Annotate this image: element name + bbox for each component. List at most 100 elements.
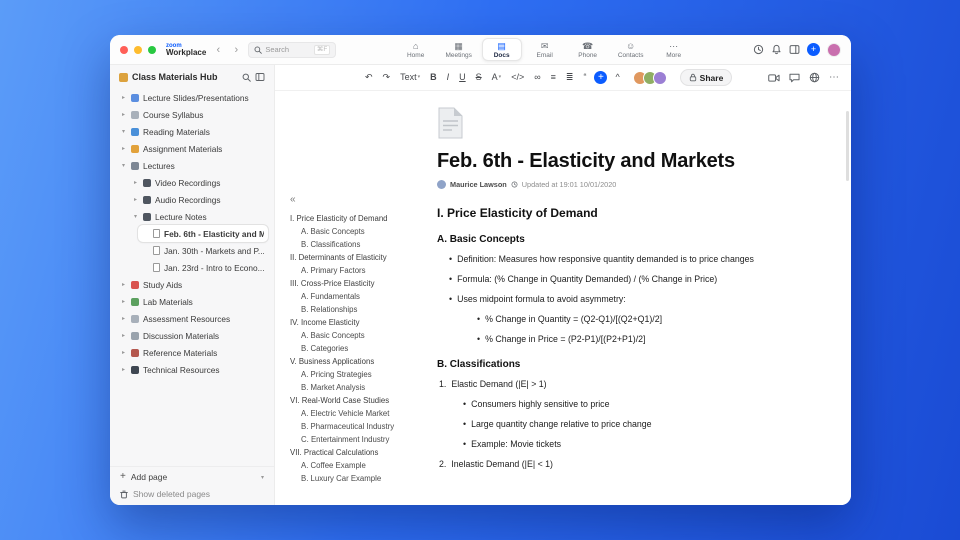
toc-item[interactable]: V. Business Applications [290, 355, 419, 368]
insert-button[interactable]: + [594, 71, 608, 84]
chevron-right-icon[interactable]: ▸ [132, 179, 139, 186]
sidebar-item[interactable]: ▸ Discussion Materials [116, 327, 268, 344]
side-panel-icon[interactable] [789, 44, 800, 55]
notifications-bell-icon[interactable] [771, 44, 782, 55]
toc-item[interactable]: B. Relationships [290, 303, 419, 316]
toc-item[interactable]: A. Coffee Example [290, 459, 419, 472]
chevron-down-icon[interactable]: ▾ [120, 162, 127, 169]
history-icon[interactable] [753, 44, 764, 55]
chevron-down-icon[interactable]: ▾ [132, 213, 139, 220]
new-item-button[interactable]: + [807, 43, 820, 56]
doc-bullet-item[interactable]: • Uses midpoint formula to avoid asymmetr… [449, 294, 779, 305]
toc-item[interactable]: III. Cross-Price Elasticity [290, 277, 419, 290]
doc-bullet-item[interactable]: • Consumers highly sensitive to price [463, 399, 779, 410]
profile-avatar[interactable] [827, 42, 841, 57]
toc-item[interactable]: A. Basic Concepts [290, 225, 419, 238]
sidebar-item[interactable]: ▸ Lecture Slides/Presentations [116, 89, 268, 106]
chevron-right-icon[interactable]: ▸ [120, 349, 127, 356]
document[interactable]: Feb. 6th - Elasticity and Markets Mauric… [423, 91, 851, 505]
toc-item[interactable]: VII. Practical Calculations [290, 446, 419, 459]
tab-more[interactable]: ⋯ More [654, 38, 694, 61]
forward-button[interactable]: › [230, 43, 242, 57]
doc-bullet-item[interactable]: • Example: Movie tickets [463, 439, 779, 450]
doc-bullet-item[interactable]: • Large quantity change relative to price… [463, 419, 779, 430]
show-deleted-pages-button[interactable]: Show deleted pages [120, 489, 264, 499]
document-title[interactable]: Feb. 6th - Elasticity and Markets [437, 150, 779, 173]
link-button[interactable]: ∞ [532, 72, 542, 83]
numbered-list-button[interactable]: ≣ [564, 72, 576, 83]
tab-email[interactable]: ✉ Email [525, 38, 565, 61]
toc-item[interactable]: VI. Real-World Case Studies [290, 394, 419, 407]
close-button[interactable] [120, 45, 128, 54]
text-style-button[interactable]: Text ▾ [398, 72, 422, 83]
chevron-down-icon[interactable]: ▾ [261, 474, 264, 481]
sidebar-item[interactable]: ▸ Assignment Materials [116, 140, 268, 157]
toc-item[interactable]: A. Pricing Strategies [290, 368, 419, 381]
toc-item[interactable]: A. Electric Vehicle Market [290, 407, 419, 420]
doc-numbered-item[interactable]: 1. Elastic Demand (|E| > 1) [439, 379, 779, 390]
collapse-toolbar-button[interactable]: ^ [613, 72, 621, 83]
sidebar-item[interactable]: ▸ Reference Materials [116, 344, 268, 361]
collapse-sidebar-icon[interactable] [255, 72, 265, 82]
toc-item[interactable]: A. Basic Concepts [290, 329, 419, 342]
toc-item[interactable]: B. Categories [290, 342, 419, 355]
collapse-toc-icon[interactable]: « [290, 195, 419, 205]
sidebar-item[interactable]: ▸ Assessment Resources [116, 310, 268, 327]
chevron-right-icon[interactable]: ▸ [120, 366, 127, 373]
doc-bullet-item[interactable]: • Formula: (% Change in Quantity Demanded… [449, 274, 779, 285]
sidebar-item[interactable]: ▾ Lectures [116, 157, 268, 174]
globe-icon[interactable] [809, 72, 820, 83]
scrollbar-thumb[interactable] [846, 111, 849, 181]
chevron-down-icon[interactable]: ▾ [120, 128, 127, 135]
toc-item[interactable]: A. Primary Factors [290, 264, 419, 277]
italic-button[interactable]: I [445, 72, 452, 83]
bulleted-list-button[interactable]: ≡ [549, 72, 558, 83]
sidebar-item[interactable]: ▸ Technical Resources [116, 361, 268, 378]
toc-item[interactable]: B. Classifications [290, 238, 419, 251]
doc-bullet-item[interactable]: • % Change in Quantity = (Q2-Q1)/[(Q2+Q1)… [477, 314, 779, 325]
chevron-right-icon[interactable]: ▸ [120, 111, 127, 118]
search-input[interactable]: Search ⌘F [248, 41, 337, 58]
toc-item[interactable]: IV. Income Elasticity [290, 316, 419, 329]
doc-heading[interactable]: B. Classifications [437, 359, 779, 370]
doc-numbered-item[interactable]: 2. Inelastic Demand (|E| < 1) [439, 459, 779, 470]
tab-meetings[interactable]: ▦ Meetings [439, 38, 479, 61]
code-button[interactable]: </> [509, 72, 526, 83]
toc-item[interactable]: A. Fundamentals [290, 290, 419, 303]
sidebar-item[interactable]: ▾ Reading Materials [116, 123, 268, 140]
chevron-right-icon[interactable]: ▸ [120, 145, 127, 152]
redo-button[interactable]: ↷ [381, 72, 393, 83]
doc-bullet-item[interactable]: • % Change in Price = (P2-P1)/[(P2+P1)/2] [477, 334, 779, 345]
bold-button[interactable]: B [428, 72, 439, 83]
sidebar-item[interactable]: Feb. 6th - Elasticity and M... [138, 225, 268, 242]
sidebar-item[interactable]: ▾ Lecture Notes [128, 208, 268, 225]
doc-heading[interactable]: A. Basic Concepts [437, 234, 779, 245]
video-camera-icon[interactable] [768, 73, 780, 83]
sidebar-item[interactable]: Jan. 23rd - Intro to Econo... [138, 259, 268, 276]
sidebar-item[interactable]: ▸ Lab Materials [116, 293, 268, 310]
tab-phone[interactable]: ☎ Phone [568, 38, 608, 61]
minimize-button[interactable] [134, 45, 142, 54]
back-button[interactable]: ‹ [212, 43, 224, 57]
chevron-right-icon[interactable]: ▸ [120, 332, 127, 339]
more-options-icon[interactable]: ⋯ [829, 72, 839, 82]
chevron-right-icon[interactable]: ▸ [120, 281, 127, 288]
collaborator-avatar[interactable] [652, 70, 667, 85]
sidebar-item[interactable]: ▸ Course Syllabus [116, 106, 268, 123]
toc-item[interactable]: I. Price Elasticity of Demand [290, 212, 419, 225]
toc-item[interactable]: II. Determinants of Elasticity [290, 251, 419, 264]
toc-item[interactable]: B. Market Analysis [290, 381, 419, 394]
doc-heading[interactable]: I. Price Elasticity of Demand [437, 206, 779, 220]
chevron-right-icon[interactable]: ▸ [132, 196, 139, 203]
doc-bullet-item[interactable]: • Definition: Measures how responsive qua… [449, 254, 779, 265]
toc-item[interactable]: B. Luxury Car Example [290, 472, 419, 485]
chat-icon[interactable] [789, 73, 800, 83]
text-color-button[interactable]: A ▾ [490, 72, 504, 83]
quote-button[interactable]: “ [581, 72, 588, 83]
sidebar-item[interactable]: ▸ Study Aids [116, 276, 268, 293]
toc-item[interactable]: B. Pharmaceutical Industry [290, 420, 419, 433]
chevron-right-icon[interactable]: ▸ [120, 94, 127, 101]
toc-item[interactable]: C. Entertainment Industry [290, 433, 419, 446]
tab-home[interactable]: ⌂ Home [396, 38, 436, 61]
add-page-button[interactable]: + Add page ▾ [120, 472, 264, 483]
